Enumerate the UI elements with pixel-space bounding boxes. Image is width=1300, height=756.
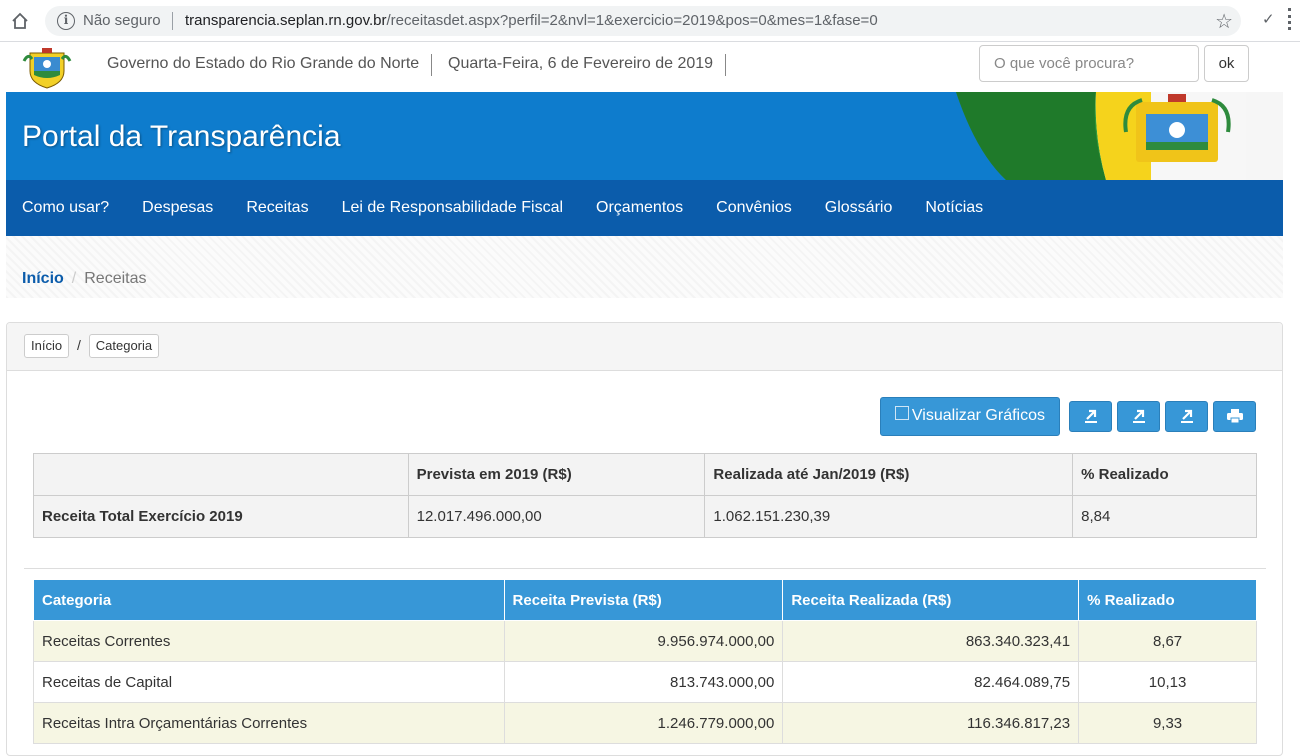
export-icon — [1132, 409, 1145, 423]
table-row[interactable]: Receitas Intra Orçamentárias Correntes 1… — [33, 702, 1257, 744]
main-navigation: Como usar? Despesas Receitas Lei de Resp… — [6, 180, 1283, 236]
nav-glossario[interactable]: Glossário — [825, 199, 893, 217]
category-percent: 8,67 — [1078, 620, 1257, 662]
table-row[interactable]: Receitas Correntes 9.956.974.000,00 863.… — [33, 620, 1257, 662]
nav-lrf[interactable]: Lei de Responsabilidade Fiscal — [342, 199, 563, 217]
category-percent: 10,13 — [1078, 661, 1257, 703]
category-planned: 9.956.974.000,00 — [503, 620, 784, 662]
category-header-cell[interactable]: Receita Prevista (R$) — [503, 579, 784, 621]
summary-cell: 1.062.151.230,39 — [704, 495, 1074, 538]
category-name[interactable]: Receitas Intra Orçamentárias Correntes — [33, 702, 505, 744]
summary-header-cell: % Realizado — [1072, 453, 1257, 496]
broken-image-icon — [894, 406, 909, 420]
category-header-cell[interactable]: Receita Realizada (R$) — [782, 579, 1080, 621]
portal-banner: Portal da Transparência — [6, 92, 1283, 180]
search-input[interactable] — [979, 45, 1199, 82]
category-planned: 1.246.779.000,00 — [503, 702, 784, 744]
summary-cell: 8,84 — [1072, 495, 1257, 538]
breadcrumb-home[interactable]: Início — [22, 270, 64, 287]
export-button-3[interactable] — [1165, 400, 1208, 432]
print-button[interactable] — [1213, 400, 1256, 432]
url-text[interactable]: transparencia.seplan.rn.gov.br/receitasd… — [185, 12, 878, 29]
address-bar[interactable]: i Não seguro transparencia.seplan.rn.gov… — [45, 6, 1241, 36]
revenue-summary-table: Prevista em 2019 (R$) Realizada até Jan/… — [33, 453, 1257, 538]
address-separator — [172, 12, 173, 30]
export-button-1[interactable] — [1069, 400, 1112, 432]
summary-row: Receita Total Exercício 2019 12.017.496.… — [33, 495, 1257, 538]
export-button-2[interactable] — [1117, 400, 1160, 432]
category-header-row: Categoria Receita Prevista (R$) Receita … — [33, 579, 1257, 621]
category-realized: 82.464.089,75 — [782, 661, 1080, 703]
header-divider — [431, 54, 432, 76]
category-percent: 9,33 — [1078, 702, 1257, 744]
security-label[interactable]: Não seguro — [83, 12, 161, 29]
summary-header-cell: Realizada até Jan/2019 (R$) — [704, 453, 1074, 496]
nav-receitas[interactable]: Receitas — [246, 199, 308, 217]
nav-convenios[interactable]: Convênios — [716, 199, 792, 217]
state-coat-of-arms-logo[interactable] — [22, 47, 72, 89]
home-icon[interactable] — [10, 11, 30, 31]
category-name[interactable]: Receitas de Capital — [33, 661, 505, 703]
summary-header-cell: Prevista em 2019 (R$) — [407, 453, 706, 496]
view-charts-button[interactable]: Visualizar Gráficos — [879, 396, 1060, 436]
summary-cell: 12.017.496.000,00 — [407, 495, 706, 538]
url-path: /receitasdet.aspx?perfil=2&nvl=1&exercic… — [386, 12, 878, 29]
state-flag-image — [946, 92, 1283, 180]
breadcrumb-current: Receitas — [84, 270, 147, 287]
print-icon — [1226, 409, 1243, 424]
crumb-separator: / — [76, 337, 81, 353]
portal-title[interactable]: Portal da Transparência — [22, 120, 341, 154]
table-row[interactable]: Receitas de Capital 813.743.000,00 82.46… — [33, 661, 1257, 703]
export-icon — [1084, 409, 1097, 423]
revenue-panel: Início / Categoria Visualizar Gráficos P… — [6, 322, 1283, 756]
government-name: Governo do Estado do Rio Grande do Norte — [107, 55, 420, 72]
browser-toolbar: i Não seguro transparencia.seplan.rn.gov… — [0, 0, 1300, 42]
bookmark-star-icon[interactable]: ☆ — [1215, 9, 1233, 34]
info-icon[interactable]: i — [57, 12, 75, 30]
menu-dots-icon[interactable] — [1288, 8, 1291, 30]
category-realized: 863.340.323,41 — [782, 620, 1080, 662]
nav-como-usar[interactable]: Como usar? — [22, 199, 109, 217]
summary-row-label: Receita Total Exercício 2019 — [33, 495, 409, 538]
nav-despesas[interactable]: Despesas — [142, 199, 213, 217]
extension-check-icon[interactable]: ✓ — [1262, 10, 1275, 28]
nav-orcamentos[interactable]: Orçamentos — [596, 199, 683, 217]
category-name[interactable]: Receitas Correntes — [33, 620, 505, 662]
crumb-inicio-button[interactable]: Início — [24, 334, 70, 358]
category-planned: 813.743.000,00 — [503, 661, 784, 703]
section-divider — [24, 568, 1266, 569]
export-icon — [1180, 409, 1193, 423]
current-date: Quarta-Feira, 6 de Fevereiro de 2019 — [448, 55, 714, 72]
panel-toolbar: Visualizar Gráficos — [879, 396, 1256, 436]
search-ok-button[interactable]: ok — [1204, 45, 1249, 82]
breadcrumb-separator: / — [71, 270, 77, 287]
nav-noticias[interactable]: Notícias — [925, 199, 983, 217]
category-header-cell[interactable]: Categoria — [33, 579, 505, 621]
category-header-cell[interactable]: % Realizado — [1078, 579, 1257, 621]
category-realized: 116.346.817,23 — [782, 702, 1080, 744]
summary-header-cell — [33, 453, 409, 496]
summary-header-row: Prevista em 2019 (R$) Realizada até Jan/… — [33, 453, 1257, 496]
category-table: Categoria Receita Prevista (R$) Receita … — [33, 579, 1257, 744]
panel-heading: Início / Categoria — [7, 323, 1282, 371]
top-header: Governo do Estado do Rio Grande do Norte… — [0, 42, 1300, 92]
url-host: transparencia.seplan.rn.gov.br — [185, 12, 387, 29]
header-divider — [725, 54, 726, 76]
crumb-categoria-button[interactable]: Categoria — [88, 334, 160, 358]
breadcrumb: Início / Receitas — [6, 236, 1283, 298]
view-charts-label: Visualizar Gráficos — [911, 407, 1045, 424]
